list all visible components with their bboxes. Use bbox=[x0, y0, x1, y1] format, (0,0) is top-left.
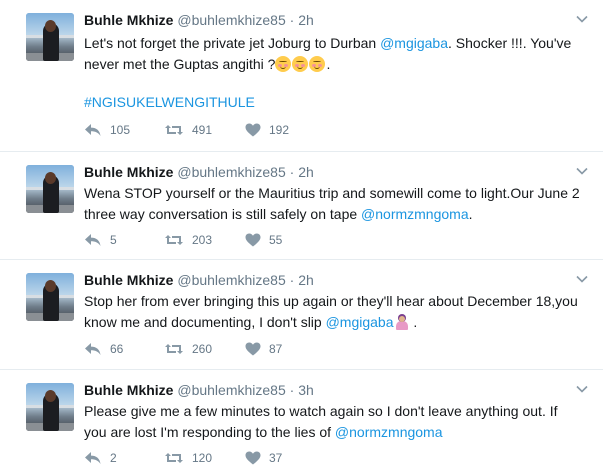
timestamp[interactable]: 2h bbox=[298, 12, 314, 28]
tweet-actions: 66 260 87 bbox=[84, 342, 282, 356]
hashtag-line: #NGISUKELWENGITHULE bbox=[84, 92, 594, 113]
separator-dot: · bbox=[289, 12, 295, 28]
author-name[interactable]: Buhle Mkhize bbox=[84, 12, 173, 28]
like-icon bbox=[245, 451, 261, 465]
reply-button[interactable]: 2 bbox=[84, 451, 164, 465]
like-count: 55 bbox=[269, 233, 283, 247]
tweet-text-part: you are lost I'm responding to the lies … bbox=[84, 424, 335, 440]
separator-dot: · bbox=[289, 272, 295, 288]
retweet-button[interactable]: 260 bbox=[164, 342, 245, 356]
tweet[interactable]: Buhle Mkhize @buhlemkhize85 · 2h Wena ST… bbox=[0, 152, 603, 260]
retweet-icon bbox=[165, 344, 183, 354]
like-count: 37 bbox=[269, 451, 283, 465]
author-handle[interactable]: @buhlemkhize85 bbox=[177, 164, 285, 180]
reply-button[interactable]: 105 bbox=[84, 123, 164, 137]
avatar[interactable] bbox=[26, 13, 74, 61]
tweet-header: Buhle Mkhize @buhlemkhize85 · 2h bbox=[84, 12, 314, 28]
chevron-down-icon[interactable] bbox=[575, 272, 589, 286]
timeline-feed: Buhle Mkhize @buhlemkhize85 · 2h Let's n… bbox=[0, 0, 603, 467]
reply-button[interactable]: 66 bbox=[84, 342, 164, 356]
author-name[interactable]: Buhle Mkhize bbox=[84, 272, 173, 288]
tweet-text-part: . bbox=[468, 206, 473, 222]
smiling-face-with-blush-icon bbox=[309, 56, 326, 72]
reply-count: 66 bbox=[110, 342, 124, 356]
tweet-text-part: Stop her from ever bringing this up agai… bbox=[84, 293, 578, 309]
mention-link[interactable]: @normzmngoma bbox=[361, 206, 469, 222]
like-icon bbox=[245, 233, 261, 247]
chevron-down-icon[interactable] bbox=[575, 164, 589, 178]
reply-icon bbox=[85, 234, 101, 246]
author-handle[interactable]: @buhlemkhize85 bbox=[177, 382, 285, 398]
tweet-text: Please give me a few minutes to watch ag… bbox=[84, 401, 594, 443]
tweet-text-part: Wena STOP yourself or the Mauritius trip… bbox=[84, 185, 580, 201]
tweet-actions: 2 120 37 bbox=[84, 451, 282, 465]
mention-link[interactable]: @mgigaba bbox=[326, 314, 394, 330]
retweet-button[interactable]: 120 bbox=[164, 451, 245, 465]
author-handle[interactable]: @buhlemkhize85 bbox=[177, 12, 285, 28]
retweet-count: 491 bbox=[192, 123, 213, 137]
tweet-actions: 5 203 55 bbox=[84, 233, 282, 247]
hashtag-link[interactable]: #NGISUKELWENGITHULE bbox=[84, 94, 255, 110]
timestamp[interactable]: 2h bbox=[298, 164, 314, 180]
like-button[interactable]: 37 bbox=[245, 451, 282, 465]
tweet-text-part: . bbox=[409, 314, 418, 330]
reply-count: 5 bbox=[110, 233, 117, 247]
tweet-text-part: . bbox=[326, 56, 331, 72]
tweet[interactable]: Buhle Mkhize @buhlemkhize85 · 2h Let's n… bbox=[0, 0, 603, 152]
like-count: 192 bbox=[269, 123, 290, 137]
timestamp[interactable]: 2h bbox=[298, 272, 314, 288]
separator-dot: · bbox=[289, 164, 295, 180]
like-icon bbox=[245, 123, 261, 137]
tweet-text-part: three way conversation is still safely o… bbox=[84, 206, 362, 222]
like-count: 87 bbox=[269, 342, 283, 356]
chevron-down-icon[interactable] bbox=[575, 382, 589, 396]
retweet-count: 120 bbox=[192, 451, 213, 465]
tweet-text-part: Please give me a few minutes to watch ag… bbox=[84, 403, 558, 419]
reply-icon bbox=[85, 452, 101, 464]
tweet-text-part: Let's not forget the private jet Joburg … bbox=[84, 35, 381, 51]
retweet-button[interactable]: 203 bbox=[164, 233, 245, 247]
reply-button[interactable]: 5 bbox=[84, 233, 164, 247]
retweet-count: 260 bbox=[192, 342, 213, 356]
tweet-text-part: . Shocker !!!. You've bbox=[448, 35, 572, 51]
smiling-face-with-blush-icon bbox=[275, 56, 292, 72]
retweet-icon bbox=[165, 235, 183, 245]
tweet-actions: 105 491 192 bbox=[84, 123, 289, 137]
avatar[interactable] bbox=[26, 165, 74, 213]
author-handle[interactable]: @buhlemkhize85 bbox=[177, 272, 285, 288]
tweet-text-part: never met the Guptas angithi ? bbox=[84, 56, 276, 72]
reply-icon bbox=[85, 124, 101, 136]
tweet-text: Wena STOP yourself or the Mauritius trip… bbox=[84, 183, 594, 225]
retweet-icon bbox=[165, 453, 183, 463]
timestamp[interactable]: 3h bbox=[298, 382, 314, 398]
reply-icon bbox=[85, 343, 101, 355]
tweet-header: Buhle Mkhize @buhlemkhize85 · 2h bbox=[84, 272, 314, 288]
mention-link[interactable]: @normzmngoma bbox=[335, 424, 443, 440]
reply-count: 105 bbox=[110, 123, 131, 137]
avatar[interactable] bbox=[26, 273, 74, 321]
tweet-text: Let's not forget the private jet Joburg … bbox=[84, 33, 594, 75]
author-name[interactable]: Buhle Mkhize bbox=[84, 382, 173, 398]
tweet-text-part: know me and documenting, I don't slip bbox=[84, 314, 326, 330]
retweet-icon bbox=[165, 125, 183, 135]
author-name[interactable]: Buhle Mkhize bbox=[84, 164, 173, 180]
retweet-count: 203 bbox=[192, 233, 213, 247]
mention-link[interactable]: @mgigaba bbox=[380, 35, 448, 51]
avatar[interactable] bbox=[26, 383, 74, 431]
tweet[interactable]: Buhle Mkhize @buhlemkhize85 · 2h Stop he… bbox=[0, 260, 603, 370]
tweet[interactable]: Buhle Mkhize @buhlemkhize85 · 3h Please … bbox=[0, 370, 603, 467]
like-button[interactable]: 192 bbox=[245, 123, 289, 137]
separator-dot: · bbox=[289, 382, 295, 398]
tweet-header: Buhle Mkhize @buhlemkhize85 · 3h bbox=[84, 382, 314, 398]
smiling-face-with-blush-icon bbox=[292, 56, 309, 72]
person-raising-hand-icon bbox=[394, 314, 410, 330]
tweet-text: Stop her from ever bringing this up agai… bbox=[84, 291, 594, 333]
like-icon bbox=[245, 342, 261, 356]
like-button[interactable]: 87 bbox=[245, 342, 282, 356]
like-button[interactable]: 55 bbox=[245, 233, 282, 247]
retweet-button[interactable]: 491 bbox=[164, 123, 245, 137]
tweet-header: Buhle Mkhize @buhlemkhize85 · 2h bbox=[84, 164, 314, 180]
reply-count: 2 bbox=[110, 451, 117, 465]
chevron-down-icon[interactable] bbox=[575, 12, 589, 26]
